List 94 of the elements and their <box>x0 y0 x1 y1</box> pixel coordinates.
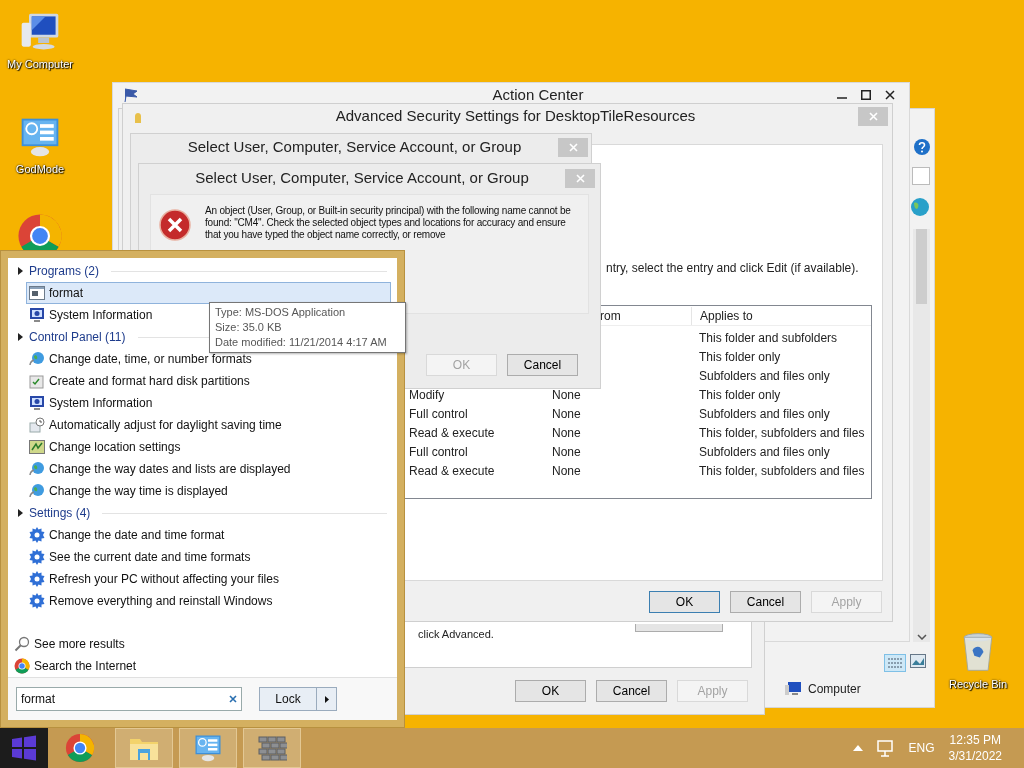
window-title: Select User, Computer, Service Account, or Group <box>195 167 529 188</box>
show-hidden-icons-icon[interactable] <box>852 745 863 751</box>
gear-icon <box>29 571 45 587</box>
group-header[interactable]: Programs (2) <box>29 262 99 280</box>
table-cell: Read & execute <box>409 463 495 478</box>
scrollbar[interactable] <box>913 229 930 642</box>
chrome-icon <box>65 733 95 763</box>
close-button[interactable] <box>858 107 888 126</box>
column-header[interactable]: Applies to <box>700 308 753 323</box>
expand-arrow-icon[interactable] <box>18 333 23 341</box>
chevron-down-icon[interactable] <box>916 634 927 640</box>
tooltip-line: Type: MS-DOS Application <box>215 305 347 320</box>
preview-view-icon[interactable] <box>910 654 926 668</box>
expand-arrow-icon[interactable] <box>18 509 23 517</box>
program-window-icon <box>29 286 45 300</box>
search-result-item[interactable]: format <box>26 282 391 304</box>
dialog-button[interactable]: OK <box>649 591 720 613</box>
close-button[interactable] <box>558 137 588 157</box>
search-icon <box>14 636 30 652</box>
gear-icon <box>29 549 45 565</box>
table-cell: This folder and subfolders <box>699 330 838 345</box>
table-cell: Full control <box>409 444 468 459</box>
close-icon[interactable] <box>885 90 895 100</box>
table-cell: Modify <box>409 387 445 402</box>
table-cell: Subfolders and files only <box>699 368 830 383</box>
close-icon <box>568 142 578 152</box>
table-cell: None <box>552 425 581 440</box>
gear-icon <box>29 593 45 609</box>
status-bar-item: Computer <box>808 681 861 698</box>
table-cell: None <box>552 444 581 459</box>
table-cell: None <box>552 387 581 402</box>
tooltip-line: Date modified: 11/21/2014 4:17 AM <box>215 335 388 350</box>
error-message: An object (User, Group, or Built-in security principal) with the following name cannot be found: "CM4". Check the selected object types and locations for accuracy and ensure that you have typed the object name correctly, or remove <box>205 205 572 241</box>
partial-button[interactable] <box>635 624 723 632</box>
map-icon <box>29 440 45 454</box>
close-icon <box>575 173 585 183</box>
instruction-text: click Advanced. <box>418 627 494 642</box>
table-cell: This folder, subfolders and files <box>699 425 865 440</box>
expand-arrow-icon[interactable] <box>18 267 23 275</box>
table-cell: Subfolders and files only <box>699 444 830 459</box>
table-cell: This folder only <box>699 349 781 364</box>
maximize-icon[interactable] <box>861 90 871 100</box>
flag-icon <box>123 88 139 102</box>
error-icon <box>159 209 191 241</box>
lock-button[interactable]: Lock <box>259 687 317 711</box>
clear-icon[interactable] <box>229 695 237 703</box>
chrome-icon <box>14 658 30 674</box>
table-cell: This folder, subfolders and files <box>699 463 865 478</box>
brick-wall-icon <box>257 735 287 761</box>
dialog-button[interactable]: OK <box>515 680 586 702</box>
disk-management-icon <box>29 373 45 389</box>
scrollbar-thumb[interactable] <box>916 229 927 304</box>
start-button[interactable] <box>0 728 48 768</box>
taskbar-button[interactable] <box>115 728 173 768</box>
globe-icon <box>910 197 930 217</box>
close-icon <box>868 112 878 121</box>
network-icon[interactable] <box>876 739 895 757</box>
table-cell: Read & execute <box>409 425 495 440</box>
globe-icon <box>29 483 45 499</box>
table-cell: Full control <box>409 406 468 421</box>
taskbar-button[interactable] <box>179 728 237 768</box>
monitor-info-icon <box>29 395 45 411</box>
dialog-button[interactable]: Cancel <box>507 354 578 376</box>
instruction-text: ntry, select the entry and click Edit (if available). <box>606 260 860 277</box>
globe-icon <box>29 351 45 367</box>
globe-icon <box>29 461 45 477</box>
table-cell: Subfolders and files only <box>699 406 830 421</box>
table-cell: None <box>552 406 581 421</box>
table-cell: This folder only <box>699 387 781 402</box>
windows-logo-icon <box>11 735 37 761</box>
group-header[interactable]: Control Panel (11) <box>29 328 126 346</box>
power-options-button[interactable] <box>317 687 337 711</box>
search-field[interactable] <box>912 167 930 185</box>
monitor-info-icon <box>29 307 45 323</box>
close-button[interactable] <box>565 168 595 188</box>
taskbar-button[interactable] <box>243 728 301 768</box>
calendar-clock-icon <box>29 417 45 433</box>
group-header[interactable]: Settings (4) <box>29 504 91 522</box>
help-icon[interactable] <box>914 139 930 155</box>
search-link[interactable]: See more results <box>14 633 391 655</box>
dialog-button[interactable]: Cancel <box>596 680 667 702</box>
window-title: Select User, Computer, Service Account, or Group <box>187 136 522 157</box>
details-view-icon[interactable] <box>884 654 906 672</box>
search-field[interactable]: format <box>16 687 242 711</box>
window-title: Action Center <box>492 84 584 105</box>
gear-icon <box>29 527 45 543</box>
window-title: Advanced Security Settings for DesktopTileResources <box>335 106 696 127</box>
dialog-button[interactable]: Cancel <box>730 591 801 613</box>
control-panel-icon <box>193 733 223 763</box>
search-link[interactable]: Search the Internet <box>14 655 391 677</box>
table-cell: None <box>552 463 581 478</box>
computer-icon <box>784 681 802 697</box>
arrow-right-icon <box>324 695 329 703</box>
column-header[interactable]: rom <box>600 308 621 323</box>
